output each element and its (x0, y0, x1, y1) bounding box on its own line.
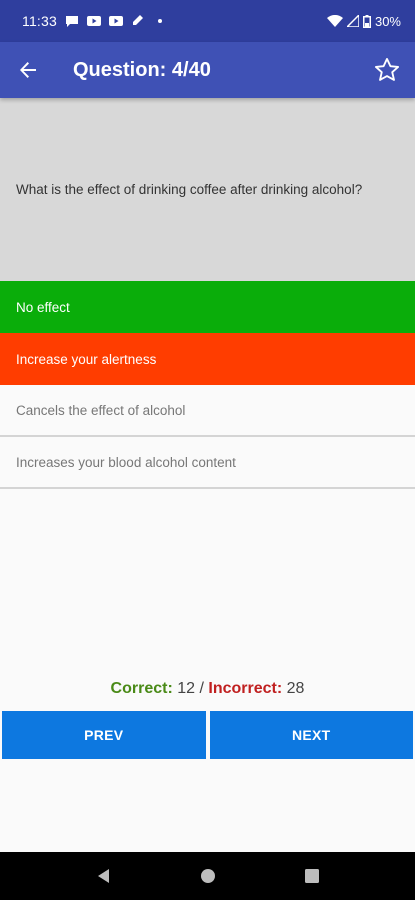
question-text: What is the effect of drinking coffee af… (16, 182, 363, 197)
answer-list: No effect Increase your alertness Cancel… (0, 281, 415, 489)
incorrect-count: 28 (286, 680, 305, 697)
correct-label: Correct: (110, 680, 173, 697)
recents-square-icon[interactable] (303, 867, 321, 885)
app-bar: Question: 4/40 (0, 42, 415, 98)
dot-icon (158, 19, 162, 23)
battery-percent: 30% (374, 13, 401, 29)
signal-icon (346, 15, 359, 27)
answer-option-wrong[interactable]: Increase your alertness (0, 333, 415, 385)
score-separator: / (199, 680, 204, 697)
answer-option[interactable]: Cancels the effect of alcohol (0, 385, 415, 437)
status-bar: 11:33 30% (0, 0, 415, 42)
system-navigation-bar (0, 852, 415, 900)
star-outline-icon (374, 57, 400, 81)
wifi-icon (326, 15, 343, 27)
question-area: What is the effect of drinking coffee af… (0, 98, 415, 281)
home-circle-icon[interactable] (199, 867, 217, 885)
favorite-button[interactable] (359, 42, 415, 98)
page-title: Question: 4/40 (73, 58, 211, 81)
chat-icon (66, 16, 78, 27)
back-button[interactable] (0, 42, 56, 98)
status-time: 11:33 (22, 13, 57, 29)
back-triangle-icon[interactable] (95, 867, 113, 885)
prev-button[interactable]: PREV (2, 711, 206, 759)
question-navigation: PREV NEXT (2, 711, 413, 759)
pen-icon (133, 15, 143, 25)
youtube-icon (87, 16, 101, 26)
score-summary: Correct: 12 / Incorrect: 28 (0, 680, 415, 698)
next-button[interactable]: NEXT (209, 711, 413, 759)
answer-option[interactable]: Increases your blood alcohol content (0, 437, 415, 489)
incorrect-label: Incorrect: (208, 680, 283, 697)
youtube-icon (109, 16, 123, 26)
battery-icon (362, 14, 371, 28)
answer-option-correct[interactable]: No effect (0, 281, 415, 333)
arrow-left-icon (20, 62, 36, 78)
correct-count: 12 (177, 680, 196, 697)
